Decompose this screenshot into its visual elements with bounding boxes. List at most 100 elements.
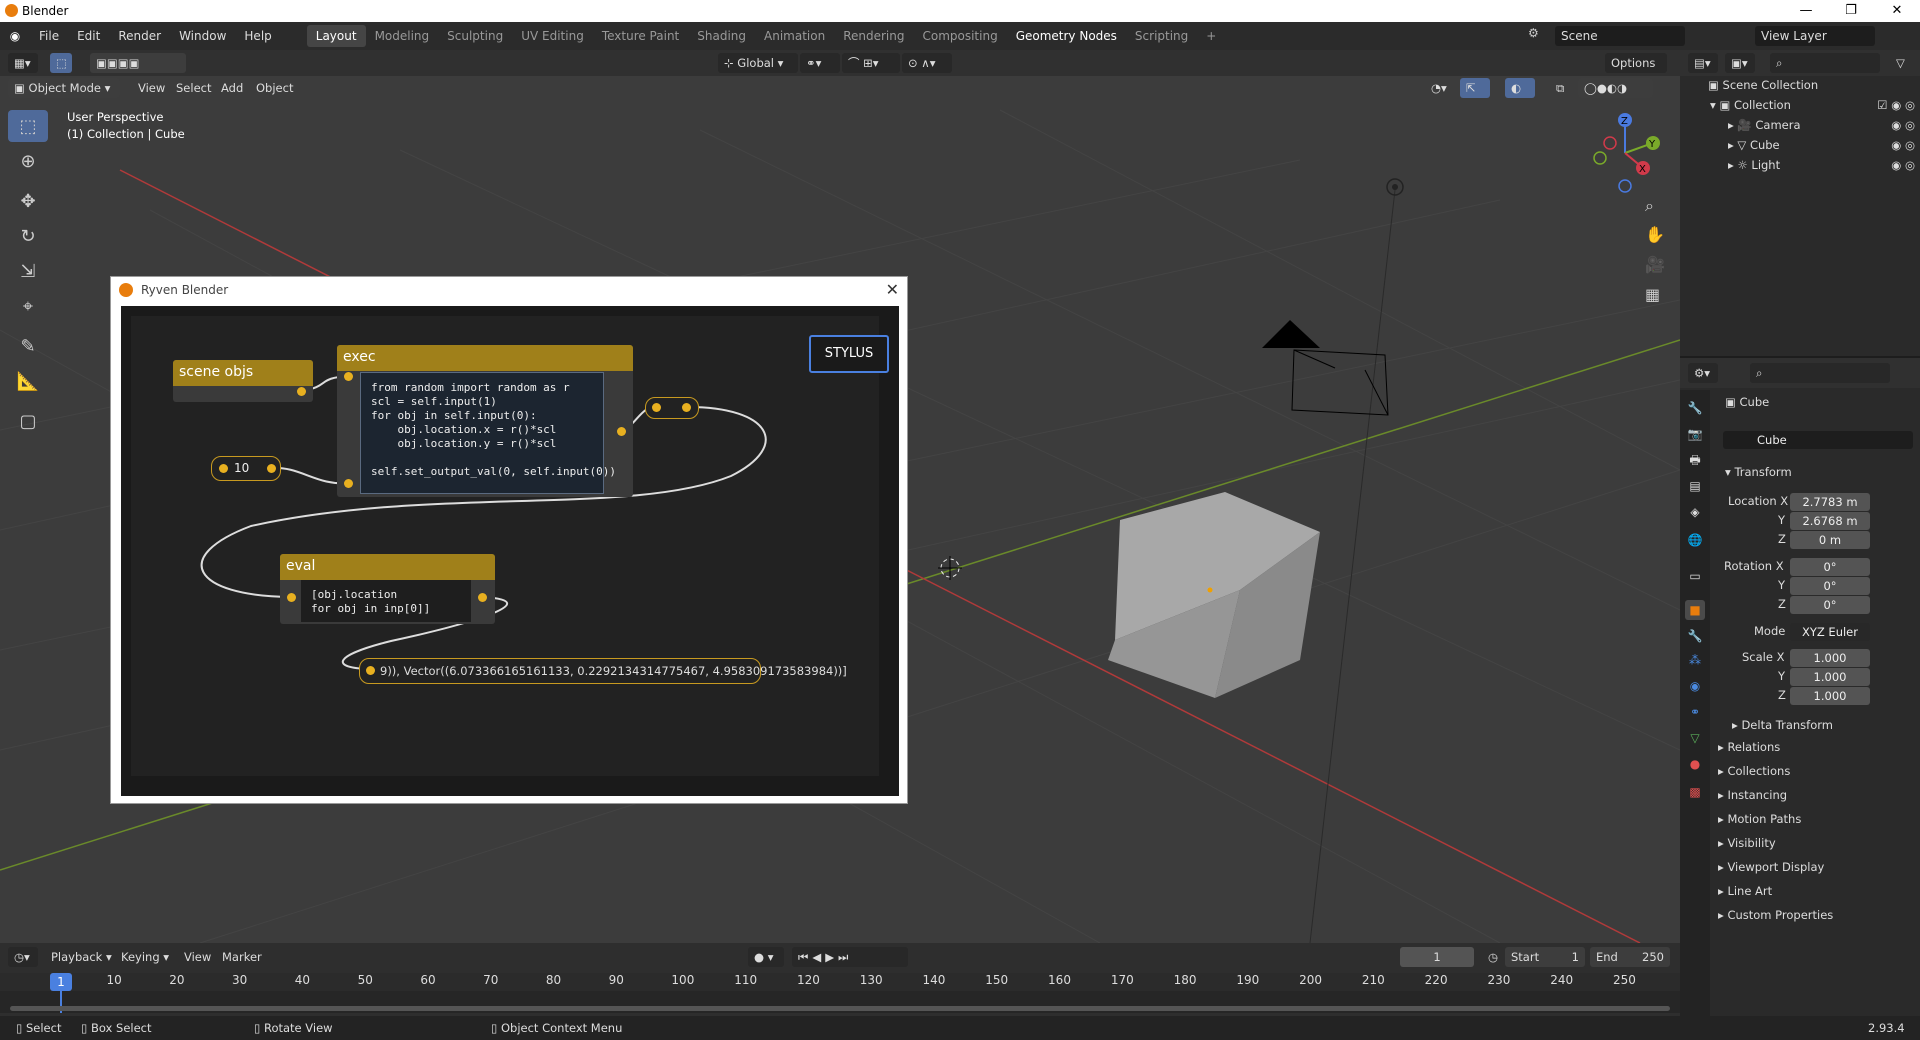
result-node[interactable]: 9)), Vector((6.073366165161133, 0.229213… bbox=[359, 658, 847, 684]
section-instancing[interactable]: ▸ Instancing bbox=[1718, 788, 1787, 806]
scene-objs-output-pin[interactable] bbox=[297, 387, 306, 396]
material-tab-icon[interactable]: ● bbox=[1685, 754, 1705, 774]
eval-input-pin[interactable] bbox=[287, 593, 296, 602]
tab-rendering[interactable]: Rendering bbox=[834, 25, 913, 47]
menu-view[interactable]: View bbox=[132, 78, 171, 98]
rotation-z-field[interactable]: 0° bbox=[1790, 596, 1870, 614]
xray-icon[interactable]: ⧉ bbox=[1550, 78, 1570, 98]
snap-icon[interactable]: ⌒ ⊞▾ bbox=[842, 53, 900, 73]
scene-selector-icon[interactable]: ⚙ bbox=[1528, 26, 1548, 46]
mode-dropdown[interactable]: ▣ Object Mode ▾ bbox=[8, 78, 120, 98]
add-workspace-button[interactable]: + bbox=[1197, 25, 1225, 47]
section-relations[interactable]: ▸ Relations bbox=[1718, 740, 1780, 758]
exec-output-pin[interactable] bbox=[617, 427, 626, 436]
properties-search-input[interactable]: ⌕ bbox=[1750, 363, 1890, 383]
cursor-tool-icon[interactable]: ⊕ bbox=[8, 145, 48, 177]
properties-editor-type-icon[interactable]: ⚙▾ bbox=[1688, 363, 1718, 383]
section-custom-properties[interactable]: ▸ Custom Properties bbox=[1718, 908, 1833, 926]
exec-input-pin-0[interactable] bbox=[344, 372, 353, 381]
orientation-dropdown[interactable]: ⊹ Global ▾ bbox=[718, 53, 798, 73]
shading-mode-icons[interactable]: ◯●◐◑ bbox=[1578, 78, 1653, 98]
constraints-tab-icon[interactable]: ⚭ bbox=[1685, 702, 1705, 722]
particles-tab-icon[interactable]: ⁂ bbox=[1685, 650, 1705, 670]
render-tab-icon[interactable]: 📷 bbox=[1685, 424, 1705, 444]
end-frame-field[interactable]: End 250 bbox=[1590, 947, 1670, 967]
section-line-art[interactable]: ▸ Line Art bbox=[1718, 884, 1772, 902]
outliner-item-light[interactable]: ▸ ☼ Light ◉ ◎ bbox=[1728, 158, 1915, 176]
tab-texture-paint[interactable]: Texture Paint bbox=[593, 25, 688, 47]
texture-tab-icon[interactable]: ▩ bbox=[1685, 782, 1705, 802]
clock-icon[interactable]: ◷ bbox=[1482, 947, 1502, 967]
camera-visibility-icon[interactable]: ◉ ◎ bbox=[1891, 118, 1915, 132]
passthrough-input-pin[interactable] bbox=[652, 403, 661, 412]
cube-visibility-icon[interactable]: ◉ ◎ bbox=[1891, 138, 1915, 152]
ryven-close-button[interactable]: ✕ bbox=[886, 280, 899, 299]
move-tool-icon[interactable]: ✥ bbox=[8, 185, 48, 217]
navigation-gizmo[interactable]: Z Y X bbox=[1585, 108, 1665, 193]
annotate-tool-icon[interactable]: ✎ bbox=[8, 330, 48, 362]
overlay-toggle-icon[interactable]: ◐ bbox=[1505, 78, 1535, 98]
timeline-editor-type-icon[interactable]: ◷▾ bbox=[8, 947, 38, 967]
eval-output-pin[interactable] bbox=[478, 593, 487, 602]
view-layer-field[interactable]: View Layer bbox=[1755, 26, 1875, 46]
stylus-button[interactable]: STYLUS bbox=[809, 335, 889, 373]
scale-y-field[interactable]: 1.000 bbox=[1790, 668, 1870, 686]
tab-sculpting[interactable]: Sculpting bbox=[438, 25, 512, 47]
tab-scripting[interactable]: Scripting bbox=[1126, 25, 1197, 47]
node-scene-objs[interactable]: scene objs bbox=[173, 360, 313, 402]
add-cube-tool-icon[interactable]: ▢ bbox=[8, 405, 48, 437]
tab-modeling[interactable]: Modeling bbox=[366, 25, 439, 47]
section-motion-paths[interactable]: ▸ Motion Paths bbox=[1718, 812, 1801, 830]
editor-type-icon[interactable]: ▦▾ bbox=[8, 53, 38, 73]
current-frame-field[interactable]: 1 bbox=[1400, 947, 1474, 967]
section-visibility[interactable]: ▸ Visibility bbox=[1718, 836, 1776, 854]
location-y-field[interactable]: 2.6768 m bbox=[1790, 512, 1870, 530]
gizmo-toggle-icon[interactable]: ⇱ bbox=[1460, 78, 1490, 98]
outliner-collection[interactable]: ▾ ▣ Collection ☑ ◉ ◎ bbox=[1710, 98, 1915, 116]
menu-add[interactable]: Add bbox=[215, 78, 249, 98]
value-node-output-pin[interactable] bbox=[267, 464, 276, 473]
options-dropdown[interactable]: Options bbox=[1605, 53, 1667, 73]
timeline-scrollbar[interactable] bbox=[10, 1006, 1670, 1011]
rotate-tool-icon[interactable]: ↻ bbox=[8, 220, 48, 252]
result-input-pin[interactable] bbox=[366, 666, 375, 675]
blender-menu-icon[interactable]: ◉ bbox=[0, 29, 30, 43]
measure-tool-icon[interactable]: 📐 bbox=[8, 365, 48, 397]
tab-geometry-nodes[interactable]: Geometry Nodes bbox=[1007, 25, 1126, 47]
exec-code-editor[interactable]: from random import random as r scl = sel… bbox=[360, 372, 616, 494]
output-tab-icon[interactable]: 🖶 bbox=[1685, 450, 1705, 470]
menu-playback[interactable]: Playback ▾ bbox=[45, 947, 118, 967]
menu-marker[interactable]: Marker bbox=[216, 947, 268, 967]
section-viewport-display[interactable]: ▸ Viewport Display bbox=[1718, 860, 1824, 878]
location-x-field[interactable]: 2.7783 m bbox=[1790, 493, 1870, 511]
tab-compositing[interactable]: Compositing bbox=[913, 25, 1006, 47]
scale-tool-icon[interactable]: ⇲ bbox=[8, 255, 48, 287]
modifier-tab-icon[interactable]: 🔧 bbox=[1685, 626, 1705, 646]
object-name-field[interactable]: Cube bbox=[1723, 431, 1913, 449]
close-window-button[interactable]: ✕ bbox=[1874, 0, 1920, 22]
tab-uv-editing[interactable]: UV Editing bbox=[512, 25, 593, 47]
exec-input-pin-1[interactable] bbox=[344, 479, 353, 488]
rotation-mode-dropdown[interactable]: XYZ Euler bbox=[1790, 623, 1870, 641]
eval-code-editor[interactable]: [obj.location for obj in inp[0]] bbox=[301, 580, 471, 622]
camera-view-icon[interactable]: 🎥 bbox=[1645, 255, 1665, 274]
menu-render[interactable]: Render bbox=[109, 29, 170, 43]
scale-x-field[interactable]: 1.000 bbox=[1790, 649, 1870, 667]
scale-z-field[interactable]: 1.000 bbox=[1790, 687, 1870, 705]
display-mode-icon[interactable]: ▣▾ bbox=[1725, 53, 1755, 73]
menu-object[interactable]: Object bbox=[250, 78, 299, 98]
select-tool-icon[interactable]: ⬚ bbox=[8, 110, 48, 142]
playhead[interactable]: 1 bbox=[50, 973, 72, 991]
menu-edit[interactable]: Edit bbox=[68, 29, 109, 43]
object-tab-icon[interactable]: ■ bbox=[1685, 600, 1705, 620]
record-icon[interactable]: ● ▾ bbox=[748, 947, 784, 967]
passthrough-output-pin[interactable] bbox=[682, 403, 691, 412]
menu-window[interactable]: Window bbox=[170, 29, 235, 43]
scene-name-field[interactable]: Scene bbox=[1555, 26, 1685, 46]
passthrough-node[interactable] bbox=[645, 397, 699, 419]
world-tab-icon[interactable]: 🌐 bbox=[1685, 530, 1705, 550]
outliner-search-input[interactable]: ⌕ bbox=[1770, 53, 1880, 73]
outliner-editor-type-icon[interactable]: ▤▾ bbox=[1688, 53, 1718, 73]
visibility-eye-icon[interactable]: ☑ ◉ ◎ bbox=[1877, 98, 1915, 112]
light-visibility-icon[interactable]: ◉ ◎ bbox=[1891, 158, 1915, 172]
